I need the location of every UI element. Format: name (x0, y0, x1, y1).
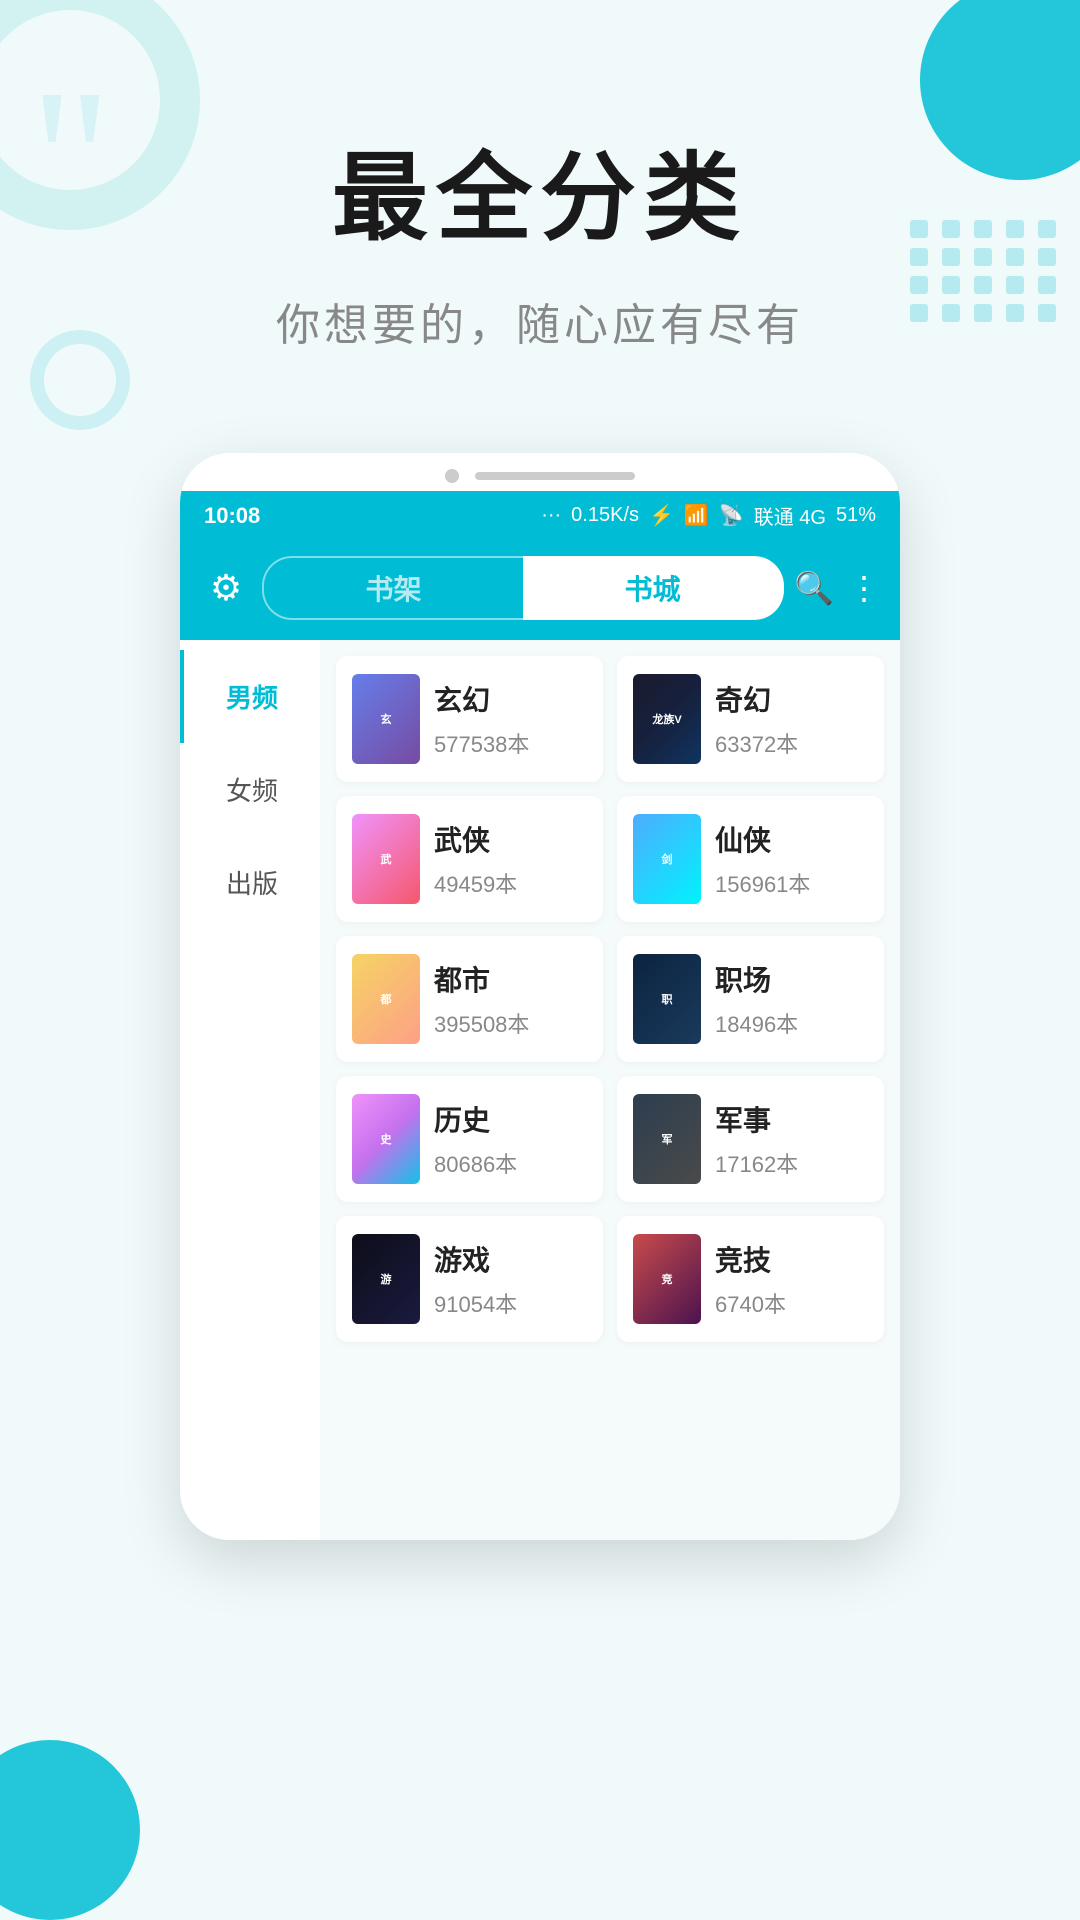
cat-count-wuxia: 49459本 (434, 867, 587, 899)
status-dots: ··· (541, 504, 561, 527)
settings-icon[interactable]: ⚙ (200, 562, 252, 614)
category-card-xuanhuan[interactable]: 玄 玄幻 577538本 (336, 656, 603, 782)
category-sidebar: 男频 女频 出版 (180, 640, 320, 1540)
category-card-xianxia[interactable]: 剑 仙侠 156961本 (617, 796, 884, 922)
cover-image-xuanhuan: 玄 (352, 674, 420, 764)
category-card-dushi[interactable]: 都 都市 395508本 (336, 936, 603, 1062)
sidebar-item-male[interactable]: 男频 (180, 650, 320, 743)
hero-section: 最全分类 你想要的，随心应有尽有 (0, 0, 1080, 413)
category-card-junshi[interactable]: 军 军事 17162本 (617, 1076, 884, 1202)
cover-image-dushi: 都 (352, 954, 420, 1044)
cat-name-qihuan: 奇幻 (715, 679, 868, 719)
status-battery: 51% (836, 504, 876, 527)
status-network: 0.15K/s (571, 504, 639, 527)
cat-info-youxi: 游戏 91054本 (434, 1239, 587, 1319)
hero-subtitle: 你想要的，随心应有尽有 (60, 289, 1020, 353)
cat-name-zhichang: 职场 (715, 959, 868, 999)
cat-info-junshi: 军事 17162本 (715, 1099, 868, 1179)
cover-image-wuxia: 武 (352, 814, 420, 904)
cat-name-xianxia: 仙侠 (715, 819, 868, 859)
cover-image-youxi: 游 (352, 1234, 420, 1324)
cover-image-junshi: 军 (633, 1094, 701, 1184)
status-bar: 10:08 ··· 0.15K/s ⚡ 📶 📡 联通 4G 51% (180, 491, 900, 540)
cat-info-xuanhuan: 玄幻 577538本 (434, 679, 587, 759)
category-card-lishi[interactable]: 史 历史 80686本 (336, 1076, 603, 1202)
cat-name-xuanhuan: 玄幻 (434, 679, 587, 719)
cover-image-jingji: 竞 (633, 1234, 701, 1324)
cat-info-wuxia: 武侠 49459本 (434, 819, 587, 899)
category-card-qihuan[interactable]: 龙族V 奇幻 63372本 (617, 656, 884, 782)
notch-dot (445, 469, 459, 483)
signal-icon: 📡 (719, 503, 744, 528)
phone-mockup: 10:08 ··· 0.15K/s ⚡ 📶 📡 联通 4G 51% ⚙ 书架 书… (0, 453, 1080, 1540)
more-icon[interactable]: ⋮ (848, 569, 880, 607)
category-grid: 玄 玄幻 577538本 龙族V 奇幻 63372本 武 武侠 49459本 剑… (320, 640, 900, 1540)
cat-info-qihuan: 奇幻 63372本 (715, 679, 868, 759)
cat-count-xuanhuan: 577538本 (434, 727, 587, 759)
hero-title: 最全分类 (60, 120, 1020, 259)
bluetooth-icon: ⚡ (649, 503, 674, 528)
phone-notch (180, 453, 900, 491)
status-carrier: 联通 4G (754, 501, 826, 530)
tab-store[interactable]: 书城 (523, 556, 784, 620)
cat-count-jingji: 6740本 (715, 1287, 868, 1319)
category-card-youxi[interactable]: 游 游戏 91054本 (336, 1216, 603, 1342)
category-card-jingji[interactable]: 竞 竞技 6740本 (617, 1216, 884, 1342)
cat-count-xianxia: 156961本 (715, 867, 868, 899)
sidebar-item-publish[interactable]: 出版 (180, 836, 320, 929)
category-card-zhichang[interactable]: 职 职场 18496本 (617, 936, 884, 1062)
cat-name-wuxia: 武侠 (434, 819, 587, 859)
cat-count-dushi: 395508本 (434, 1007, 587, 1039)
cat-info-dushi: 都市 395508本 (434, 959, 587, 1039)
cat-name-dushi: 都市 (434, 959, 587, 999)
status-right: ··· 0.15K/s ⚡ 📶 📡 联通 4G 51% (541, 501, 876, 530)
wifi-icon: 📶 (684, 503, 709, 528)
cover-image-qihuan: 龙族V (633, 674, 701, 764)
cat-count-zhichang: 18496本 (715, 1007, 868, 1039)
cat-count-qihuan: 63372本 (715, 727, 868, 759)
cat-name-jingji: 竞技 (715, 1239, 868, 1279)
bg-teal-circle-bottom (0, 1740, 140, 1920)
sidebar-item-female[interactable]: 女频 (180, 743, 320, 836)
nav-tabs: 书架 书城 (262, 556, 784, 620)
category-card-wuxia[interactable]: 武 武侠 49459本 (336, 796, 603, 922)
cat-count-youxi: 91054本 (434, 1287, 587, 1319)
cat-info-jingji: 竞技 6740本 (715, 1239, 868, 1319)
cat-name-youxi: 游戏 (434, 1239, 587, 1279)
notch-line (475, 472, 635, 480)
cat-count-junshi: 17162本 (715, 1147, 868, 1179)
cat-info-xianxia: 仙侠 156961本 (715, 819, 868, 899)
nav-action-icons: 🔍 ⋮ (794, 569, 880, 607)
cover-image-lishi: 史 (352, 1094, 420, 1184)
cover-image-xianxia: 剑 (633, 814, 701, 904)
cat-name-junshi: 军事 (715, 1099, 868, 1139)
main-content: 男频 女频 出版 玄 玄幻 577538本 龙族V 奇幻 63372本 (180, 640, 900, 1540)
search-icon[interactable]: 🔍 (794, 569, 834, 607)
cat-count-lishi: 80686本 (434, 1147, 587, 1179)
cat-name-lishi: 历史 (434, 1099, 587, 1139)
phone-frame: 10:08 ··· 0.15K/s ⚡ 📶 📡 联通 4G 51% ⚙ 书架 书… (180, 453, 900, 1540)
tab-shelf[interactable]: 书架 (262, 556, 523, 620)
cat-info-lishi: 历史 80686本 (434, 1099, 587, 1179)
status-time: 10:08 (204, 503, 260, 529)
cat-info-zhichang: 职场 18496本 (715, 959, 868, 1039)
nav-bar: ⚙ 书架 书城 🔍 ⋮ (180, 540, 900, 640)
cover-image-zhichang: 职 (633, 954, 701, 1044)
